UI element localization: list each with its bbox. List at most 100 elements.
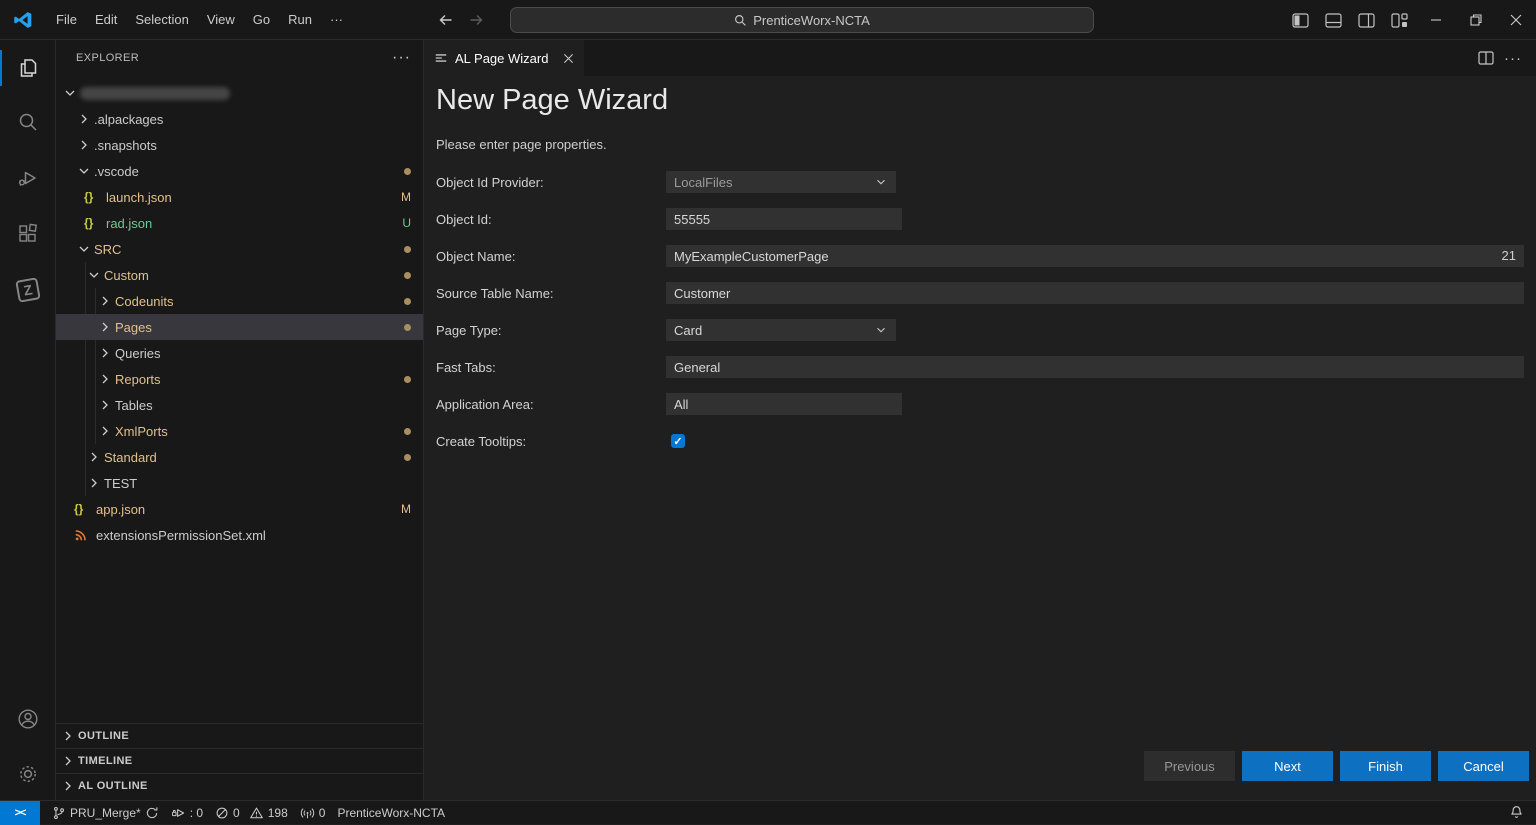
ports-status[interactable]: 0 <box>300 806 325 820</box>
modified-dot <box>404 245 411 253</box>
back-arrow-icon[interactable] <box>438 12 454 28</box>
tree-item-standard[interactable]: Standard <box>56 444 423 470</box>
broadcast-tower-icon <box>300 807 314 818</box>
extensions-icon[interactable] <box>0 210 55 258</box>
menu-edit[interactable]: Edit <box>86 0 126 40</box>
menu-selection[interactable]: Selection <box>126 0 197 40</box>
accounts-icon[interactable] <box>0 695 55 743</box>
modified-dot <box>404 375 411 383</box>
finish-button[interactable]: Finish <box>1340 751 1431 781</box>
git-branch-status[interactable]: PRU_Merge* <box>52 806 159 820</box>
toggle-panel-icon[interactable] <box>1317 0 1350 40</box>
xml-file-icon <box>74 528 91 542</box>
settings-gear-icon[interactable] <box>0 750 55 798</box>
menu-view[interactable]: View <box>198 0 244 40</box>
split-editor-icon[interactable] <box>1478 51 1494 65</box>
tab-al-page-wizard[interactable]: AL Page Wizard <box>424 40 585 76</box>
remote-indicator[interactable]: >< <box>0 800 40 825</box>
redacted-folder-name <box>80 86 230 100</box>
tab-bar: AL Page Wizard ··· <box>424 40 1536 76</box>
chevron-right-icon <box>97 319 115 335</box>
next-button[interactable]: Next <box>1242 751 1333 781</box>
sync-icon <box>146 806 158 818</box>
tree-item-snapshots[interactable]: .snapshots <box>56 132 423 158</box>
page-type-select[interactable]: Card <box>666 319 896 341</box>
tree-item-extensions-permission-set[interactable]: extensionsPermissionSet.xml <box>56 522 423 548</box>
cancel-button[interactable]: Cancel <box>1438 751 1529 781</box>
field-label-source-table: Source Table Name: <box>436 285 554 301</box>
command-center-search[interactable]: PrenticeWorx-NCTA <box>510 7 1094 33</box>
tree-item-alpackages[interactable]: .alpackages <box>56 106 423 132</box>
json-file-icon: {} <box>74 502 84 516</box>
field-label-object-name: Object Name: <box>436 248 516 264</box>
run-debug-icon[interactable] <box>0 154 55 202</box>
json-file-icon: {} <box>84 216 94 230</box>
previous-button[interactable]: Previous <box>1144 751 1235 781</box>
notifications-bell-icon[interactable] <box>1509 805 1524 820</box>
tree-item-tables[interactable]: Tables <box>56 392 423 418</box>
object-name-input[interactable] <box>666 245 1524 267</box>
field-label-object-id-provider: Object Id Provider: <box>436 174 544 190</box>
char-counter: 21 <box>1501 248 1516 263</box>
customize-layout-icon[interactable] <box>1383 0 1416 40</box>
fast-tabs-input[interactable] <box>666 356 1524 378</box>
page-title: New Page Wizard <box>436 84 669 116</box>
tree-item-vscode[interactable]: .vscode <box>56 158 423 184</box>
object-id-provider-select[interactable]: LocalFiles <box>666 171 896 193</box>
chevron-right-icon <box>97 371 115 387</box>
chevron-right-icon <box>60 753 78 769</box>
tree-item-xmlports[interactable]: XmlPorts <box>56 418 423 444</box>
tree-item-pages[interactable]: Pages <box>56 314 423 340</box>
application-area-input[interactable] <box>666 393 902 415</box>
forward-arrow-icon[interactable] <box>468 12 484 28</box>
tree-item-test[interactable]: TEST <box>56 470 423 496</box>
search-view-icon[interactable] <box>0 98 55 146</box>
menu-file[interactable]: File <box>47 0 86 40</box>
tree-item-reports[interactable]: Reports <box>56 366 423 392</box>
tree-item-launch-json[interactable]: {} launch.json M <box>56 184 423 210</box>
al-extension-icon[interactable]: Z <box>0 266 55 314</box>
chevron-right-icon <box>97 293 115 309</box>
source-table-input[interactable] <box>666 282 1524 304</box>
close-window-button[interactable] <box>1496 0 1536 40</box>
modified-dot <box>404 453 411 461</box>
toggle-secondary-sidebar-icon[interactable] <box>1350 0 1383 40</box>
modified-dot <box>404 323 411 331</box>
chevron-down-icon <box>86 267 104 283</box>
section-timeline[interactable]: TIMELINE <box>56 748 423 773</box>
close-tab-icon[interactable] <box>563 53 574 64</box>
restore-button[interactable] <box>1456 0 1496 40</box>
editor-more-actions[interactable]: ··· <box>1504 50 1522 67</box>
tree-item-src[interactable]: SRC <box>56 236 423 262</box>
tree-item-codeunits[interactable]: Codeunits <box>56 288 423 314</box>
branch-icon <box>54 806 64 819</box>
minimize-button[interactable] <box>1416 0 1456 40</box>
tree-item-root-folder[interactable] <box>56 80 423 106</box>
tree-item-custom[interactable]: Custom <box>56 262 423 288</box>
tab-label: AL Page Wizard <box>455 50 549 66</box>
menu-run[interactable]: Run <box>279 0 321 40</box>
chevron-right-icon <box>97 345 115 361</box>
tree-item-queries[interactable]: Queries <box>56 340 423 366</box>
json-file-icon: {} <box>84 190 94 204</box>
problems-status[interactable]: 0 198 <box>215 806 288 820</box>
status-bar: >< PRU_Merge* : 0 0 198 0 PrenticeWorx-N… <box>0 800 1536 825</box>
object-id-input[interactable] <box>666 208 902 230</box>
toggle-primary-sidebar-icon[interactable] <box>1284 0 1317 40</box>
menu-more[interactable]: ··· <box>321 0 352 40</box>
chevron-right-icon <box>97 423 115 439</box>
tree-item-app-json[interactable]: {} app.json M <box>56 496 423 522</box>
chevron-down-icon <box>76 241 94 257</box>
section-outline[interactable]: OUTLINE <box>56 723 423 748</box>
section-al-outline[interactable]: AL OUTLINE <box>56 773 423 798</box>
menu-go[interactable]: Go <box>244 0 279 40</box>
tree-item-rad-json[interactable]: {} rad.json U <box>56 210 423 236</box>
chevron-down-icon <box>874 323 888 337</box>
rad-publish-status[interactable]: : 0 <box>171 806 203 820</box>
errors-icon <box>216 807 228 818</box>
explorer-more-actions[interactable]: ··· <box>392 49 411 67</box>
create-tooltips-checkbox[interactable] <box>671 434 685 448</box>
chevron-right-icon <box>60 778 78 794</box>
workspace-status[interactable]: PrenticeWorx-NCTA <box>337 806 445 820</box>
explorer-icon[interactable] <box>0 44 55 92</box>
